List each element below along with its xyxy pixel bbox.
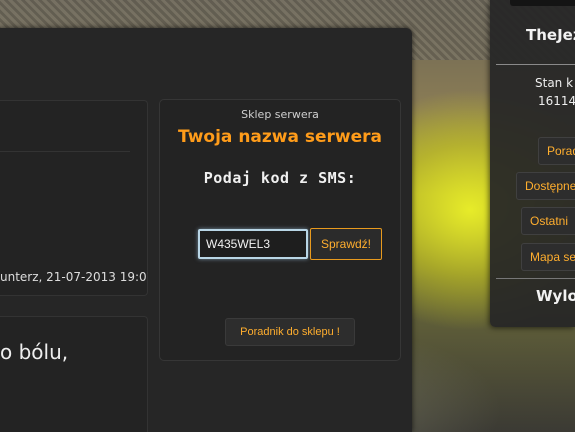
balance-label: Stan k (535, 76, 574, 90)
sidebar-top-bar (510, 0, 575, 6)
sidebar-button-recent[interactable]: Ostatni (521, 207, 575, 235)
shop-guide-button[interactable]: Poradnik do sklepu ! (225, 318, 355, 346)
logout-link[interactable]: Wylo (536, 287, 575, 305)
username: TheJez (526, 26, 575, 44)
sidebar-button-map[interactable]: Mapa se (521, 243, 575, 271)
sms-code-input[interactable] (198, 229, 308, 259)
divider (496, 278, 575, 279)
balance-value: 16114 (538, 94, 575, 108)
check-code-button[interactable]: Sprawdź! (310, 228, 382, 260)
sms-code-prompt: Podaj kod z SMS: (203, 169, 357, 187)
divider (0, 151, 130, 152)
left-post-card (0, 100, 148, 296)
post-date: unterz, 21-07-2013 19:01 (0, 270, 148, 284)
sidebar-button-available[interactable]: Dostępne (516, 172, 575, 200)
shop-label: Sklep serwera (241, 108, 319, 121)
sidebar-button-guide[interactable]: Porad (538, 137, 575, 165)
user-sidebar: TheJez Stan k 16114 Porad Dostępne Ostat… (490, 0, 575, 327)
server-name-title: Twoja nazwa serwera (177, 127, 383, 147)
post-text: o bólu, (0, 340, 69, 364)
shop-card: Sklep serwera Twoja nazwa serwera Podaj … (159, 99, 401, 361)
divider (496, 64, 575, 65)
left-post-card-2 (0, 316, 148, 432)
